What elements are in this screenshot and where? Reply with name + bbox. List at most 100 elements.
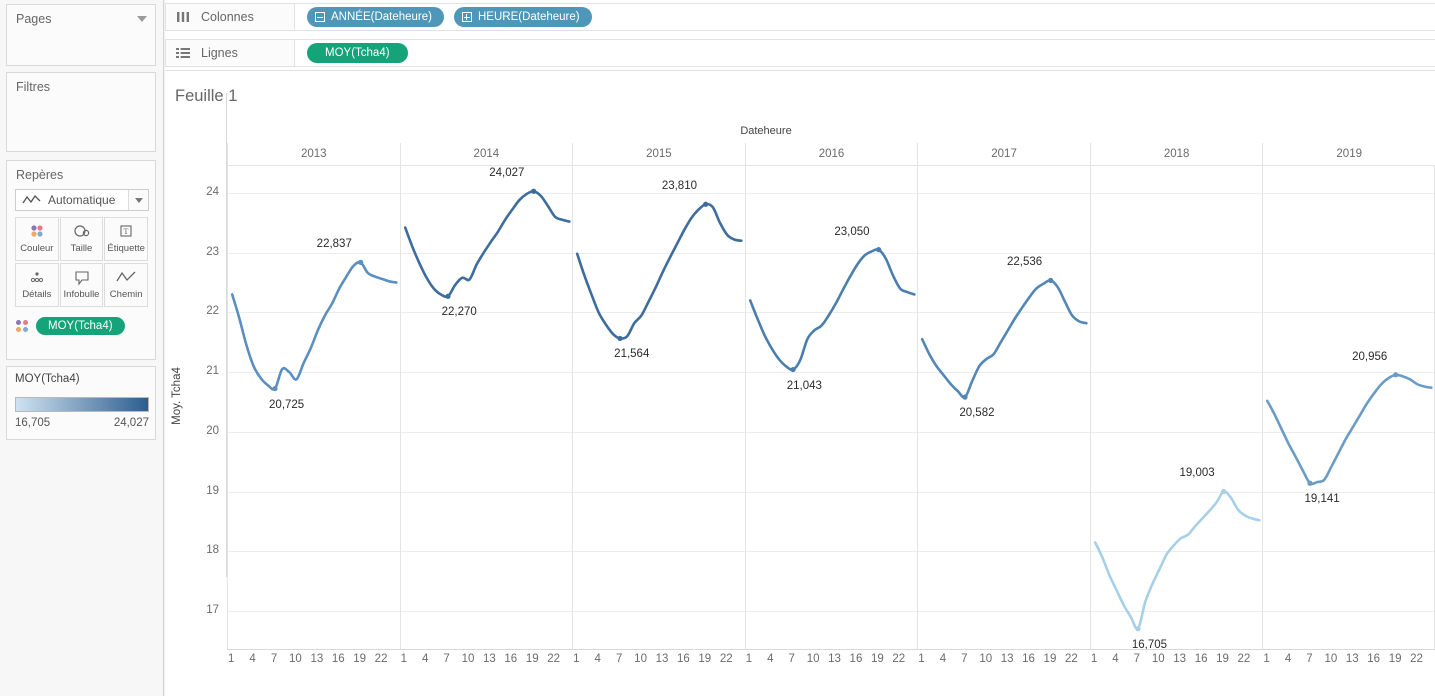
filters-card[interactable]: Filtres bbox=[6, 72, 156, 152]
rows-shelf-label: Lignes bbox=[165, 39, 295, 67]
data-label-min: 20,725 bbox=[269, 398, 305, 411]
data-label-min: 20,582 bbox=[959, 407, 995, 420]
color-legend-max: 24,027 bbox=[113, 417, 149, 429]
marks-tooltip-button[interactable]: Infobulle bbox=[59, 263, 104, 307]
data-point-marker[interactable] bbox=[444, 293, 451, 299]
y-axis-tick: 17 bbox=[206, 604, 219, 617]
x-axis-tick: 22 bbox=[374, 653, 388, 665]
rows-shelf-dropzone[interactable]: MOY(Tcha4) bbox=[295, 39, 1435, 67]
year-header[interactable]: 2015 bbox=[572, 143, 745, 165]
rows-shelf-text: Lignes bbox=[201, 46, 238, 60]
data-point-marker[interactable] bbox=[790, 366, 796, 373]
line-series-2014[interactable] bbox=[401, 166, 574, 650]
x-axis-tick: 7 bbox=[270, 653, 278, 665]
year-header[interactable]: 2014 bbox=[399, 143, 573, 165]
x-axis-tick: 13 bbox=[1000, 653, 1014, 665]
marks-color-button[interactable]: Couleur bbox=[15, 217, 59, 261]
x-axis-tick: 19 bbox=[698, 653, 712, 665]
x-axis-tick: 22 bbox=[1237, 653, 1251, 665]
data-point-marker[interactable] bbox=[1048, 277, 1054, 283]
marks-detail-button[interactable]: Détails bbox=[15, 263, 59, 307]
marks-color-pill[interactable]: MOY(Tcha4) bbox=[36, 317, 125, 335]
tableau-worksheet-window: Pages Filtres Repères Automatique Couleu… bbox=[0, 0, 1435, 696]
line-series-2018[interactable] bbox=[1091, 166, 1264, 650]
marks-size-label: Taille bbox=[70, 243, 93, 254]
x-axis-tick: 13 bbox=[828, 653, 841, 665]
mark-type-selector[interactable]: Automatique bbox=[15, 189, 149, 211]
data-point-marker[interactable] bbox=[1393, 372, 1399, 378]
data-point-marker[interactable] bbox=[1220, 488, 1227, 495]
svg-text:T: T bbox=[124, 227, 129, 236]
year-header[interactable]: 2018 bbox=[1089, 143, 1263, 165]
x-axis-pane: 1 4 7 10 13 16 19 22 bbox=[227, 649, 400, 675]
x-axis-tick: 10 bbox=[289, 653, 302, 665]
marks-card-title: Repères bbox=[16, 168, 64, 182]
year-header[interactable]: 2019 bbox=[1262, 143, 1435, 165]
x-axis-tick: 10 bbox=[634, 653, 647, 665]
expand-box-icon[interactable] bbox=[461, 12, 472, 22]
line-series-2016[interactable] bbox=[746, 166, 919, 650]
x-axis-tick: 1 bbox=[228, 653, 235, 665]
collapse-box-icon[interactable] bbox=[315, 12, 325, 22]
color-legend-range: 16,705 24,027 bbox=[15, 417, 149, 429]
data-point-marker[interactable] bbox=[875, 247, 881, 253]
x-axis-tick: 1 bbox=[918, 653, 925, 665]
pill-heure-dateheure[interactable]: HEURE(Dateheure) bbox=[453, 7, 592, 27]
data-point-marker[interactable] bbox=[1135, 626, 1141, 632]
year-header[interactable]: 2017 bbox=[917, 143, 1090, 165]
data-point-marker[interactable] bbox=[703, 201, 709, 207]
data-point-marker[interactable] bbox=[530, 188, 536, 194]
data-point-marker[interactable] bbox=[358, 259, 364, 265]
x-axis-tick: 13 bbox=[483, 653, 496, 665]
path-icon bbox=[105, 264, 147, 290]
x-axis-tick: 4 bbox=[767, 653, 774, 665]
chevron-down-icon[interactable] bbox=[137, 16, 147, 22]
data-point-marker[interactable] bbox=[1307, 480, 1314, 486]
x-axis-tick: 4 bbox=[594, 653, 601, 665]
label-icon: T bbox=[105, 218, 147, 244]
marks-size-button[interactable]: Taille bbox=[59, 217, 104, 261]
year-header-row: 2013 2014 2015 2016 2017 2018 2019 bbox=[227, 143, 1435, 165]
color-legend-title: MOY(Tcha4) bbox=[15, 373, 80, 385]
columns-shelf-text: Colonnes bbox=[201, 10, 254, 24]
marks-label-button[interactable]: T Étiquette bbox=[104, 217, 149, 261]
pages-card-title: Pages bbox=[16, 12, 52, 26]
x-axis-tick: 7 bbox=[1133, 653, 1141, 665]
mark-type-dropdown-arrow[interactable] bbox=[128, 190, 148, 210]
pill-annee-dateheure-text: ANNÉE(Dateheure) bbox=[331, 11, 432, 23]
x-axis-tick: 16 bbox=[504, 653, 518, 665]
year-header[interactable]: 2016 bbox=[744, 143, 918, 165]
year-header[interactable]: 2013 bbox=[227, 143, 400, 165]
x-axis-tick: 10 bbox=[461, 653, 475, 665]
columns-shelf-label: Colonnes bbox=[165, 3, 295, 31]
marks-tooltip-label: Infobulle bbox=[63, 289, 100, 300]
data-label-max: 19,003 bbox=[1179, 467, 1215, 480]
marks-buttons-grid: Couleur Taille T Étiquette Détails Infob… bbox=[15, 217, 149, 309]
x-axis-tick: 16 bbox=[1367, 653, 1381, 665]
data-point-marker[interactable] bbox=[962, 394, 968, 400]
line-series-2017[interactable] bbox=[918, 166, 1091, 650]
pages-card[interactable]: Pages bbox=[6, 4, 156, 66]
line-series-2015[interactable] bbox=[573, 166, 746, 650]
x-axis-tick: 4 bbox=[421, 653, 429, 665]
data-point-marker[interactable] bbox=[617, 335, 623, 342]
marks-label-label: Étiquette bbox=[107, 243, 145, 254]
marks-path-button[interactable]: Chemin bbox=[104, 263, 149, 307]
y-axis: Moy. Tcha4 17 18 19 20 21 22 23 24 bbox=[165, 143, 227, 671]
data-label-min: 21,043 bbox=[786, 379, 822, 392]
x-axis-tick: 19 bbox=[1043, 653, 1057, 665]
line-series-2019[interactable] bbox=[1263, 166, 1435, 650]
y-axis-tick: 20 bbox=[206, 424, 219, 437]
color-legend-gradient[interactable] bbox=[15, 397, 149, 412]
x-axis-tick: 7 bbox=[443, 653, 450, 665]
data-label-max: 22,536 bbox=[1006, 256, 1043, 269]
x-axis-tick: 1 bbox=[1090, 653, 1098, 665]
line-series-2013[interactable] bbox=[228, 166, 401, 650]
pill-annee-dateheure[interactable]: ANNÉE(Dateheure) bbox=[307, 7, 444, 27]
x-axis-tick: 19 bbox=[1216, 653, 1229, 665]
data-point-marker[interactable] bbox=[272, 385, 278, 392]
columns-shelf-dropzone[interactable]: ANNÉE(Dateheure) HEURE(Dateheure) bbox=[295, 3, 1435, 31]
columns-icon bbox=[172, 11, 194, 23]
color-dots-icon bbox=[16, 218, 58, 244]
pill-moy-tcha4[interactable]: MOY(Tcha4) bbox=[307, 43, 408, 63]
